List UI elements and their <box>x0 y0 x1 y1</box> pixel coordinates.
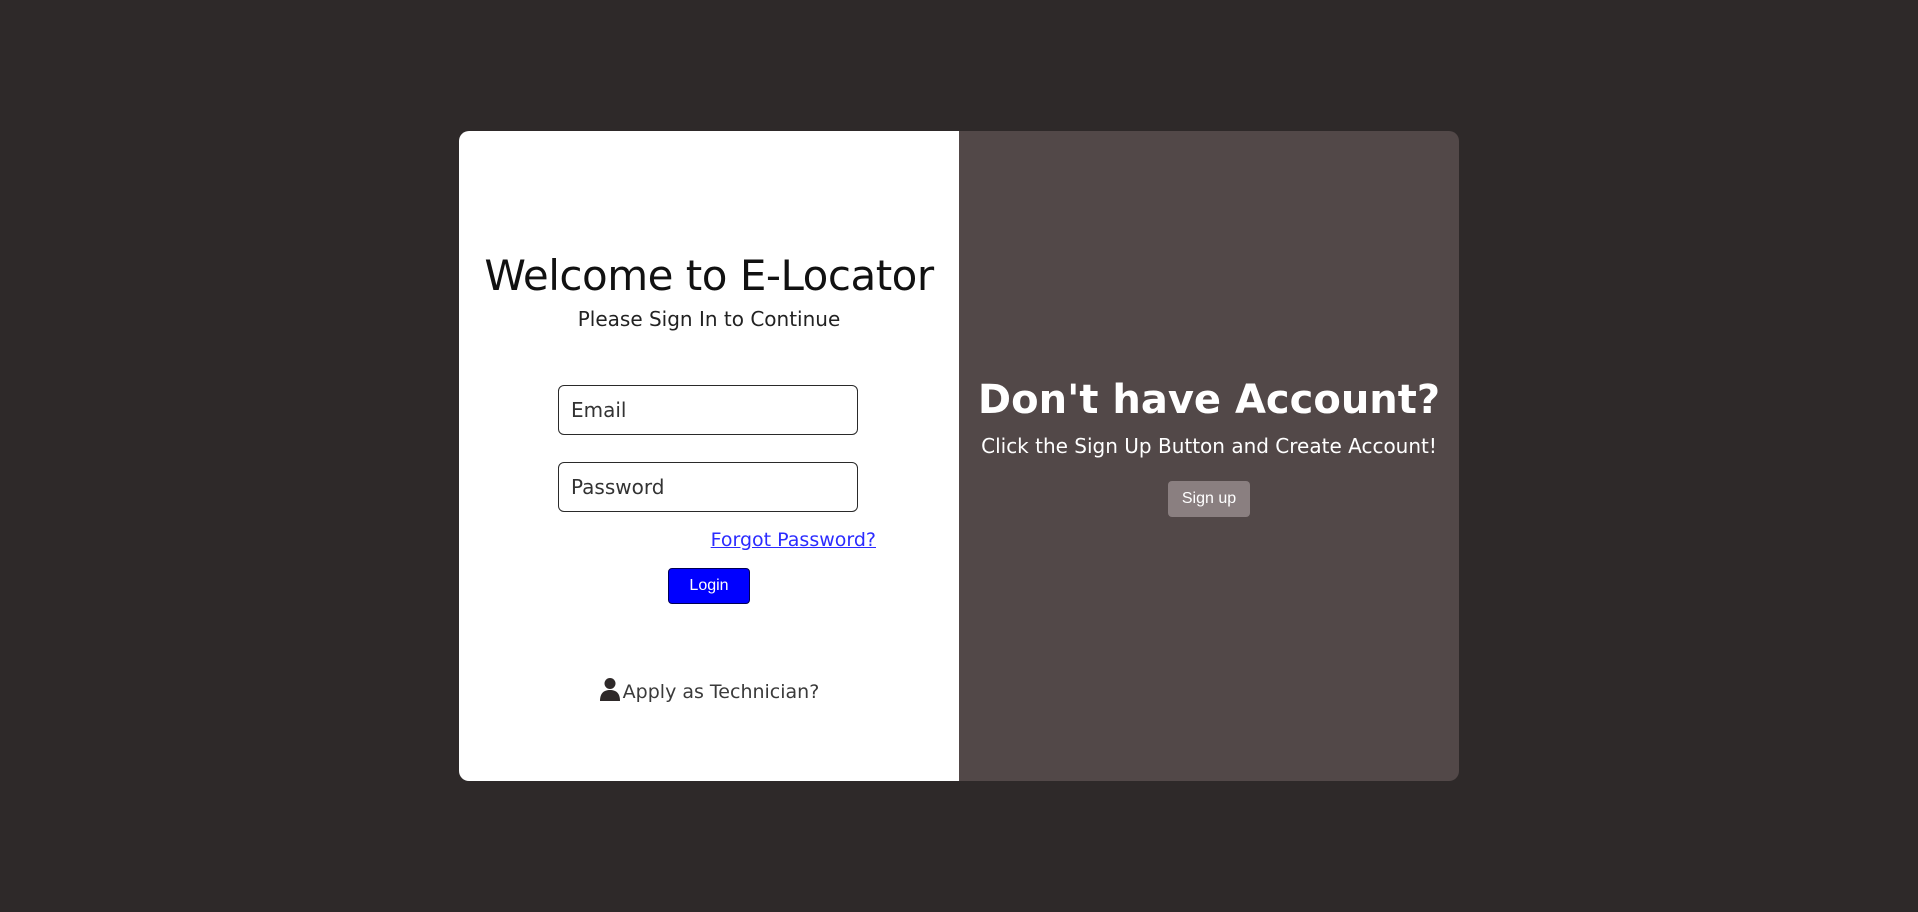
signup-button[interactable]: Sign up <box>1168 481 1250 517</box>
auth-card: Welcome to E-Locator Please Sign In to C… <box>459 131 1459 781</box>
apply-technician-link[interactable]: Apply as Technician? <box>459 677 959 703</box>
apply-technician-label: Apply as Technician? <box>622 681 820 703</box>
page-title: Welcome to E-Locator <box>484 251 934 300</box>
signup-panel: Don't have Account? Click the Sign Up Bu… <box>959 131 1459 781</box>
login-panel: Welcome to E-Locator Please Sign In to C… <box>459 131 959 781</box>
forgot-password-link[interactable]: Forgot Password? <box>711 529 876 551</box>
password-field[interactable] <box>558 462 858 512</box>
signup-subtitle: Click the Sign Up Button and Create Acco… <box>981 434 1437 458</box>
user-icon <box>599 678 623 703</box>
email-field[interactable] <box>558 385 858 435</box>
login-subtitle: Please Sign In to Continue <box>577 307 841 331</box>
signup-title: Don't have Account? <box>977 377 1441 423</box>
login-button[interactable]: Login <box>668 568 750 604</box>
